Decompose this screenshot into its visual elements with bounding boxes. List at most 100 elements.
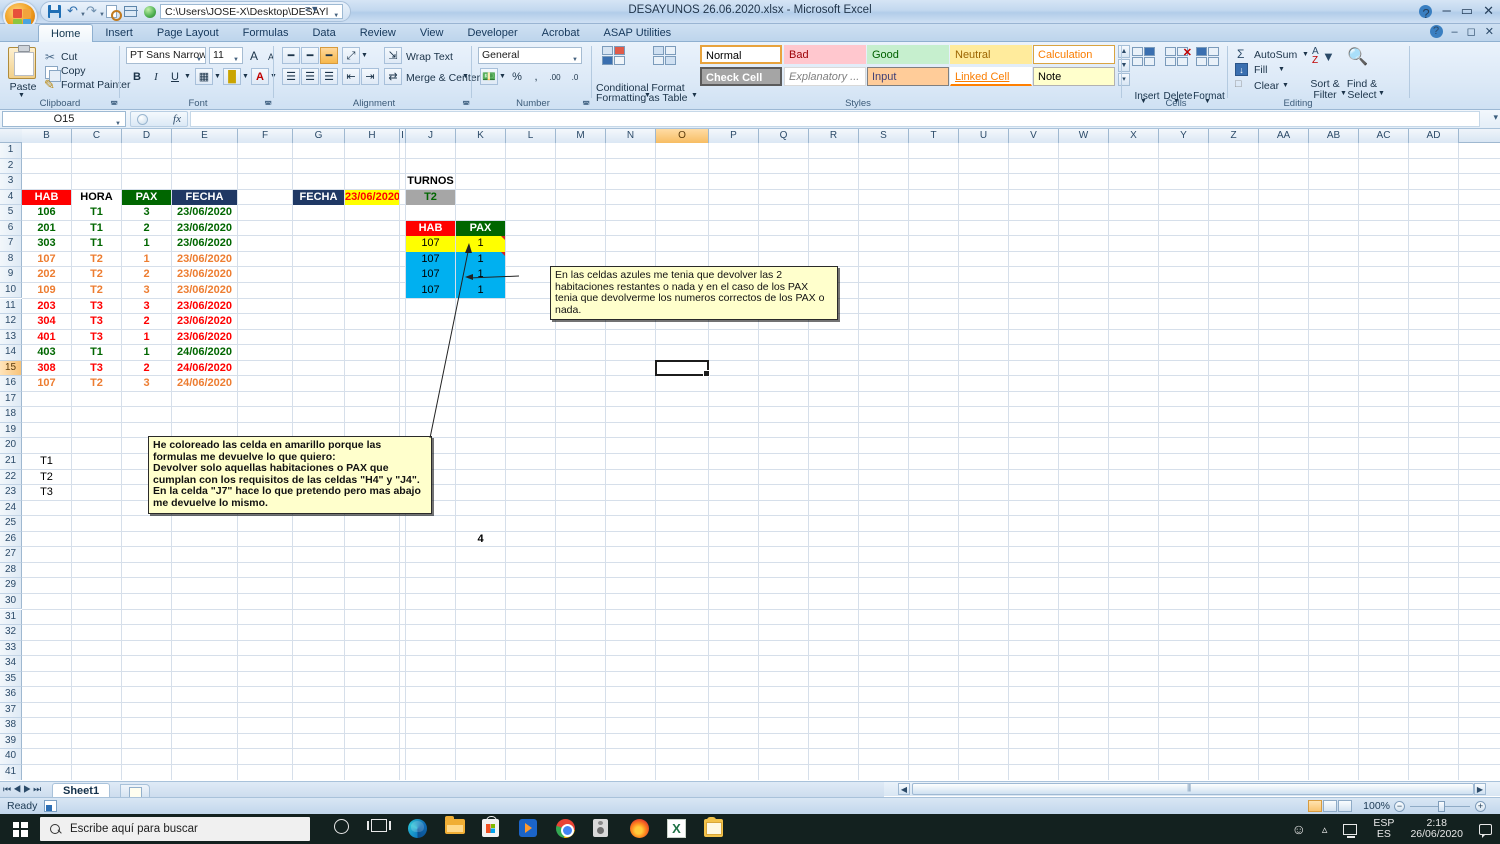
row-header-35[interactable]: 35 — [0, 671, 22, 688]
cell-E14[interactable]: 24/06/2020 — [172, 345, 237, 361]
conditional-formatting-icon[interactable] — [602, 46, 628, 68]
taskbar-search-box[interactable]: Escribe aquí para buscar — [40, 817, 310, 841]
column-header-AD[interactable]: AD — [1409, 129, 1459, 143]
tab-page-layout[interactable]: Page Layout — [145, 24, 231, 42]
cell-B4[interactable]: HAB — [22, 189, 71, 206]
cell-E10[interactable]: 23/06/2020 — [172, 283, 237, 299]
sheet-nav-next-icon[interactable]: ▶ — [23, 784, 33, 794]
cell-J6[interactable]: HAB — [406, 220, 455, 237]
row-header-9[interactable]: 9 — [0, 267, 22, 283]
clear-icon[interactable]: □ — [1235, 78, 1242, 90]
paste-icon[interactable] — [8, 45, 36, 79]
cell-J7[interactable]: 107 — [406, 236, 455, 252]
ribbon-restore-icon[interactable]: ◻ — [1467, 25, 1476, 38]
column-header-J[interactable]: J — [406, 129, 456, 143]
style-check-cell[interactable]: Check Cell — [700, 67, 782, 86]
clear-button[interactable]: Clear — [1254, 80, 1279, 92]
orientation-icon[interactable]: ⤢ — [342, 47, 360, 64]
autosum-dropdown-icon[interactable]: ▼ — [1302, 51, 1309, 58]
row-header-22[interactable]: 22 — [0, 469, 22, 486]
row-header-36[interactable]: 36 — [0, 687, 22, 703]
cell-E16[interactable]: 24/06/2020 — [172, 376, 237, 392]
cell-B9[interactable]: 202 — [22, 267, 71, 283]
cell-E6[interactable]: 23/06/2020 — [172, 221, 237, 237]
number-format-select[interactable]: General ▼ — [478, 47, 582, 64]
cell-E7[interactable]: 23/06/2020 — [172, 236, 237, 252]
cell-B21[interactable]: T1 — [22, 454, 71, 470]
cell-J3[interactable]: TURNOS — [406, 174, 455, 190]
cell-K6[interactable]: PAX — [456, 220, 505, 237]
ribbon-close-icon[interactable]: ✕ — [1485, 25, 1494, 38]
style-good[interactable]: Good — [867, 45, 949, 64]
cell-G4[interactable]: FECHA — [293, 189, 344, 206]
find-select-icon[interactable]: 🔍 — [1347, 47, 1371, 69]
file-explorer-icon[interactable] — [445, 816, 465, 839]
cell-C9[interactable]: T2 — [72, 267, 121, 283]
row-header-7[interactable]: 7 — [0, 236, 22, 252]
font-color-icon[interactable]: A — [251, 68, 269, 85]
cell-C8[interactable]: T2 — [72, 252, 121, 268]
comma-style-button[interactable]: , — [527, 68, 545, 85]
tab-review[interactable]: Review — [348, 24, 408, 42]
name-box[interactable]: O15 ▼ — [2, 111, 126, 127]
column-header-C[interactable]: C — [72, 129, 122, 143]
bold-button[interactable]: B — [128, 68, 146, 85]
cell-B16[interactable]: 107 — [22, 376, 71, 392]
cell-D14[interactable]: 1 — [122, 345, 171, 361]
row-header-27[interactable]: 27 — [0, 547, 22, 563]
language-indicator[interactable]: ESP ES — [1373, 818, 1394, 840]
cancel-enter-icon[interactable] — [137, 114, 148, 125]
style-note[interactable]: Note — [1033, 67, 1115, 86]
scroll-right-icon[interactable]: ▶ — [1474, 783, 1486, 795]
row-header-28[interactable]: 28 — [0, 562, 22, 579]
cell-H4[interactable]: 23/06/2020 — [345, 189, 399, 206]
column-header-S[interactable]: S — [859, 129, 909, 143]
zoom-slider-knob[interactable] — [1438, 801, 1445, 812]
sheet-nav-prev-icon[interactable]: ◀ — [13, 784, 23, 794]
cell-J4[interactable]: T2 — [406, 189, 455, 206]
style-input[interactable]: Input — [867, 67, 949, 86]
cell-B22[interactable]: T2 — [22, 470, 71, 486]
fill-color-dropdown-icon[interactable]: ▼ — [242, 73, 249, 80]
column-header-V[interactable]: V — [1009, 129, 1059, 143]
align-right-icon[interactable]: ☰ — [320, 68, 338, 85]
column-header-AC[interactable]: AC — [1359, 129, 1409, 143]
cell-C12[interactable]: T3 — [72, 314, 121, 330]
cell-D10[interactable]: 3 — [122, 283, 171, 299]
cell-D13[interactable]: 1 — [122, 330, 171, 346]
format-cells-button[interactable]: Format — [1186, 42, 1232, 104]
sheet-tab-sheet1[interactable]: Sheet1 — [52, 783, 111, 798]
tab-home[interactable]: Home — [38, 24, 94, 42]
cell-J10[interactable]: 107 — [406, 282, 455, 299]
cell-E12[interactable]: 23/06/2020 — [172, 314, 237, 330]
fill-color-icon[interactable]: █ — [223, 68, 241, 85]
cell-D8[interactable]: 1 — [122, 252, 171, 268]
row-header-38[interactable]: 38 — [0, 718, 22, 734]
wrap-text-button[interactable]: Wrap Text — [406, 51, 453, 63]
cell-K7[interactable]: 1 — [456, 236, 505, 252]
align-center-icon[interactable]: ☰ — [301, 68, 319, 85]
hscroll-thumb[interactable] — [912, 783, 1474, 795]
style-bad[interactable]: Bad — [784, 45, 866, 64]
tab-acrobat[interactable]: Acrobat — [530, 24, 592, 42]
close-button[interactable]: ✕ — [1483, 2, 1494, 20]
sheet-nav-buttons[interactable]: ⏮◀▶⏭ — [3, 784, 43, 795]
cell-B14[interactable]: 403 — [22, 345, 71, 361]
fill-dropdown-icon[interactable]: ▼ — [1278, 66, 1285, 73]
cell-D11[interactable]: 3 — [122, 299, 171, 315]
decrease-indent-icon[interactable]: ⇤ — [342, 68, 360, 85]
underline-dropdown-icon[interactable]: ▼ — [184, 73, 191, 80]
cell-D5[interactable]: 3 — [122, 205, 171, 221]
column-header-W[interactable]: W — [1059, 129, 1109, 143]
row-header-19[interactable]: 19 — [0, 422, 22, 439]
column-header-M[interactable]: M — [556, 129, 606, 143]
cells-area[interactable]: HAB HORA PAX FECHA 106 T1 3 23/06/2020 201 T1 2 23/… — [22, 143, 1500, 780]
sheet-nav-last-icon[interactable]: ⏭ — [33, 784, 43, 794]
percent-style-button[interactable]: % — [508, 68, 526, 85]
cell-B11[interactable]: 203 — [22, 299, 71, 315]
format-as-table-icon[interactable] — [653, 46, 679, 68]
column-header-Y[interactable]: Y — [1159, 129, 1209, 143]
cell-D6[interactable]: 2 — [122, 221, 171, 237]
column-header-H[interactable]: H — [345, 129, 400, 143]
column-header-G[interactable]: G — [293, 129, 345, 143]
